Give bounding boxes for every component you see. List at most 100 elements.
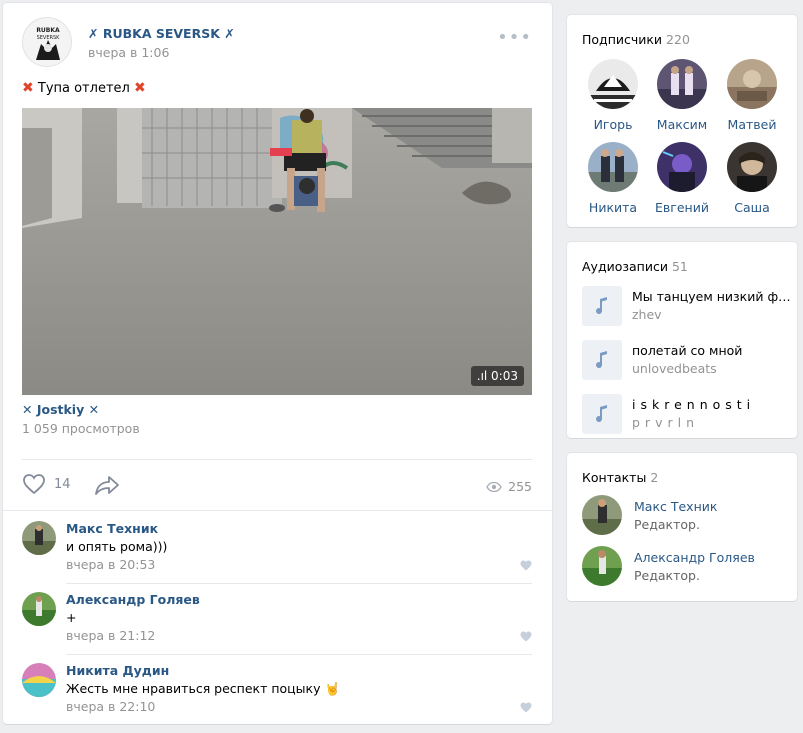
subscribers-block: Подписчики 220 Игорь Максим Матвей Никита… [567, 15, 797, 227]
comment-like-button[interactable] [520, 701, 532, 716]
views-counter: 255 [486, 479, 532, 494]
audio-track[interactable]: Мы танцуем низкий фле... zhev [582, 286, 792, 326]
music-note-icon[interactable] [582, 340, 622, 380]
track-artist: unlovedbeats [632, 361, 717, 376]
audio-block: Аудиозаписи 51 Мы танцуем низкий фле... z… [567, 242, 797, 438]
like-count: 14 [54, 476, 71, 492]
subscribers-header[interactable]: Подписчики 220 [582, 32, 690, 47]
subscriber-item[interactable]: Матвей [721, 59, 783, 132]
subscriber-name: Матвей [727, 117, 777, 132]
contact-role: Редактор. [634, 568, 700, 583]
avatar [727, 142, 777, 192]
heart-icon [23, 474, 45, 495]
track-artist: prvrln [632, 415, 700, 430]
music-note-icon[interactable] [582, 286, 622, 326]
avatar [588, 59, 638, 109]
comment-text: Жесть мне нравиться респект поцыку 🤘 [66, 681, 341, 696]
avatar [657, 142, 707, 192]
comment-like-button[interactable] [520, 630, 532, 645]
svg-text:SEVERSK: SEVERSK [37, 35, 61, 41]
avatar [727, 59, 777, 109]
comment-text: и опять рома))) [66, 539, 168, 554]
track-title: iskrennosti [632, 397, 756, 412]
avatar[interactable] [22, 521, 56, 555]
music-note-icon[interactable] [582, 394, 622, 434]
subscriber-name: Евгений [655, 200, 709, 215]
subscriber-item[interactable]: Евгений [651, 142, 713, 215]
post-card: RUBKA SEVERSK ✗ RUBKA SEVERSK ✗ вчера в … [3, 3, 552, 724]
contacts-count: 2 [650, 470, 659, 485]
views-count: 255 [508, 479, 532, 494]
audio-track[interactable]: iskrennosti prvrln [582, 394, 792, 434]
comment: Александр Голяев + вчера в 21:12 [22, 592, 532, 658]
avatar[interactable] [22, 663, 56, 697]
heart-icon [520, 631, 532, 642]
post-header: RUBKA SEVERSK ✗ RUBKA SEVERSK ✗ вчера в … [22, 17, 532, 67]
track-title: полетай со мной [632, 343, 743, 358]
avatar [657, 59, 707, 109]
contacts-title: Контакты [582, 470, 647, 485]
equalizer-icon: .ıl [476, 369, 492, 383]
contact-name[interactable]: Макс Техник [634, 499, 717, 514]
video-duration-text: 0:03 [491, 369, 518, 383]
track-title: Мы танцуем низкий фле... [632, 289, 792, 304]
contact-item: Александр Голяев Редактор. [582, 546, 792, 586]
group-name[interactable]: ✗ RUBKA SEVERSK ✗ [88, 26, 235, 41]
video-duration: .ıl 0:03 [470, 366, 524, 386]
subscriber-item[interactable]: Никита [582, 142, 644, 215]
divider [3, 510, 552, 511]
avatar[interactable] [22, 592, 56, 626]
post-date[interactable]: вчера в 1:06 [88, 45, 169, 60]
subscribers-count: 220 [666, 32, 690, 47]
comment-date[interactable]: вчера в 21:12 [66, 628, 155, 643]
like-button[interactable]: 14 [22, 473, 71, 495]
share-arrow-icon [95, 476, 119, 495]
more-dots-icon[interactable]: ••• [497, 27, 532, 48]
subscribers-title: Подписчики [582, 32, 663, 47]
track-artist: zhev [632, 307, 662, 322]
group-avatar[interactable]: RUBKA SEVERSK [22, 17, 72, 67]
svg-text:RUBKA: RUBKA [36, 27, 60, 34]
comment-like-button[interactable] [520, 559, 532, 574]
contact-name[interactable]: Александр Голяев [634, 550, 755, 565]
post-text-content: Тупа отлетел [37, 81, 130, 96]
subscriber-item[interactable]: Игорь [582, 59, 644, 132]
share-button[interactable] [94, 475, 120, 498]
divider [66, 583, 532, 584]
audio-header[interactable]: Аудиозаписи 51 [582, 259, 688, 274]
comment-date[interactable]: вчера в 22:10 [66, 699, 155, 714]
comment-author[interactable]: Макс Техник [66, 521, 158, 536]
cross-mark-emoji: ✖ [133, 80, 146, 96]
contact-item: Макс Техник Редактор. [582, 495, 792, 535]
divider [66, 654, 532, 655]
heart-icon [520, 702, 532, 713]
subscriber-name: Максим [656, 117, 708, 132]
audio-track[interactable]: полетай со мной unlovedbeats [582, 340, 792, 380]
divider [22, 459, 532, 460]
avatar[interactable] [582, 546, 622, 586]
contact-role: Редактор. [634, 517, 700, 532]
comment-date[interactable]: вчера в 20:53 [66, 557, 155, 572]
subscriber-item[interactable]: Максим [651, 59, 713, 132]
subscriber-name: Игорь [593, 117, 633, 132]
audio-count: 51 [671, 259, 688, 274]
comment-author[interactable]: Никита Дудин [66, 663, 169, 678]
subscriber-name: Саша [734, 200, 770, 215]
video-views: 1 059 просмотров [22, 421, 140, 436]
comment: Макс Техник и опять рома))) вчера в 20:5… [22, 521, 532, 587]
contacts-block: Контакты 2 Макс Техник Редактор. Александ… [567, 453, 797, 601]
heart-icon [520, 560, 532, 571]
audio-title: Аудиозаписи [582, 259, 668, 274]
comment-text: + [66, 610, 77, 625]
video-player[interactable]: .ıl 0:03 [22, 108, 532, 395]
video-title[interactable]: ✕ Jostkiy ✕ [22, 402, 99, 417]
post-actions: 14 255 [22, 471, 532, 501]
avatar[interactable] [582, 495, 622, 535]
post-text: ✖ Тупа отлетел ✖ [22, 80, 146, 96]
eye-icon [486, 481, 502, 492]
subscriber-item[interactable]: Саша [721, 142, 783, 215]
contacts-header[interactable]: Контакты 2 [582, 470, 658, 485]
comment-author[interactable]: Александр Голяев [66, 592, 200, 607]
avatar [588, 142, 638, 192]
comment: Никита Дудин Жесть мне нравиться респект… [22, 663, 532, 729]
